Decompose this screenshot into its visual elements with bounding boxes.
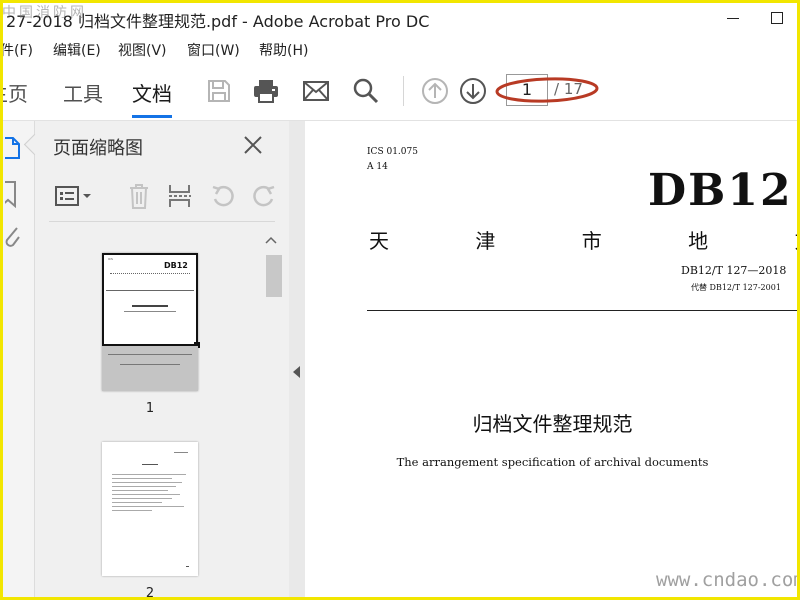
page-thumbnails-panel: 页面缩略图 ICS DB12 1 2 [23,121,290,600]
rotate-right-icon [253,185,275,207]
menu-bar: 件(F) 编辑(E) 视图(V) 窗口(W) 帮助(H) [0,36,800,62]
rotate-left-button[interactable] [208,179,238,213]
class-code: A 14 [367,162,388,172]
maximize-icon [771,12,783,24]
thumbnail-footer-line [108,354,192,355]
rotate-left-icon [212,185,234,207]
triangle-left-icon [293,366,300,378]
page-number-input[interactable]: 1 [506,74,548,106]
scrollbar-thumb[interactable] [266,255,282,297]
panel-title: 页面缩略图 [53,138,143,159]
paperclip-icon [5,227,20,247]
close-icon [244,136,262,154]
menu-help[interactable]: 帮助(H) [259,40,308,60]
thumbnail-line [112,474,186,475]
standard-type: 天 津 市 地 方 标 准 [369,229,800,253]
save-icon [208,80,230,102]
scroll-up-button[interactable] [265,235,277,245]
collapse-pane-button[interactable] [292,365,302,379]
document-title-cn: 归档文件整理规范 [472,412,633,436]
watermark-bottom-right: www.cndao.com [656,569,800,591]
thumbnail-toolbar [35,179,289,215]
minimize-icon [727,17,739,19]
replaces-note: 代替 DB12/T 127-2001 [691,283,781,292]
document-view[interactable]: ICS 01.075 A 14 DB12 天 津 市 地 方 标 准 DB12/… [305,121,800,600]
thumbnail-line [112,478,172,479]
previous-page-button[interactable] [418,74,452,108]
extract-icon [169,185,191,207]
menu-file[interactable]: 件(F) [0,40,33,60]
thumbnail-line [142,464,158,465]
extract-pages-button[interactable] [165,179,195,213]
thumbnail-line [112,510,152,511]
email-icon [303,81,329,101]
thumbnail-line [174,452,188,453]
title-bar: 27-2018 归档文件整理规范.pdf - Adobe Acrobat Pro… [0,0,800,36]
thumbnail-footer-line [120,364,180,365]
page-thumbnails-icon [5,137,20,159]
thumbnail-unviewed-area [102,346,198,391]
thumbnail-line [112,490,168,491]
document-title-en: The arrangement specification of archiva… [396,455,709,469]
chevron-up-icon [265,236,277,244]
collapse-pane-handle[interactable] [289,121,305,600]
thumbnail-line [112,506,184,507]
delete-icon [130,184,148,209]
maximize-button[interactable] [758,4,796,32]
print-button[interactable] [249,74,283,108]
page-thumbnails-nav-button[interactable] [0,133,26,163]
bookmarks-nav-button[interactable] [0,179,26,209]
thumbnail-line [112,502,162,503]
thumbnail-options-icon [55,186,91,206]
menu-edit[interactable]: 编辑(E) [53,40,101,60]
tab-home[interactable]: 主页 [0,78,28,107]
ics-code: ICS 01.075 [367,147,418,157]
panel-divider [49,221,275,222]
page-up-icon [422,78,448,104]
toolbar: 主页 工具 文档 [0,62,800,121]
thumbnail-options-button[interactable] [53,179,93,213]
menu-view[interactable]: 视图(V) [118,40,167,60]
thumbnail-line [112,482,182,483]
next-page-button[interactable] [456,74,490,108]
thumbnail-line [112,486,176,487]
thumbnail-list: ICS DB12 1 2 [35,229,261,600]
bookmark-icon [5,181,16,208]
print-icon [254,80,278,103]
menu-window[interactable]: 窗口(W) [187,40,240,60]
thumbnail-scrollbar[interactable] [262,229,282,600]
close-panel-button[interactable] [239,131,267,159]
thumbnail-line [112,498,172,499]
thumbnail-label: 2 [145,586,155,600]
thumbnail-page-number [186,566,189,567]
thumbnail-line [112,494,180,495]
save-button[interactable] [202,74,236,108]
thumbnail-label: 1 [145,401,155,416]
header-rule [367,310,800,311]
email-button[interactable] [299,74,333,108]
left-navigation-pane [0,121,35,600]
document-page: ICS 01.075 A 14 DB12 天 津 市 地 方 标 准 DB12/… [305,121,800,600]
search-icon [353,78,379,104]
standard-prefix: DB12 [648,165,793,216]
tab-tools[interactable]: 工具 [63,78,103,107]
page-thumbnail[interactable] [102,442,198,576]
standard-number: DB12/T 127—2018 [681,264,787,277]
page-total: / 17 [554,80,583,98]
toolbar-separator [403,76,404,106]
rotate-right-button[interactable] [249,179,279,213]
attachments-nav-button[interactable] [0,221,26,251]
watermark-top-left: 中国消防网 [2,5,87,21]
minimize-button[interactable] [714,4,752,32]
active-tab-indicator [132,115,172,118]
page-down-icon [460,78,486,104]
search-button[interactable] [349,74,383,108]
delete-pages-button[interactable] [124,179,154,213]
thumbnail-selection-frame [102,253,200,348]
page-thumbnail[interactable]: ICS DB12 [102,253,200,391]
tab-document[interactable]: 文档 [132,78,172,107]
